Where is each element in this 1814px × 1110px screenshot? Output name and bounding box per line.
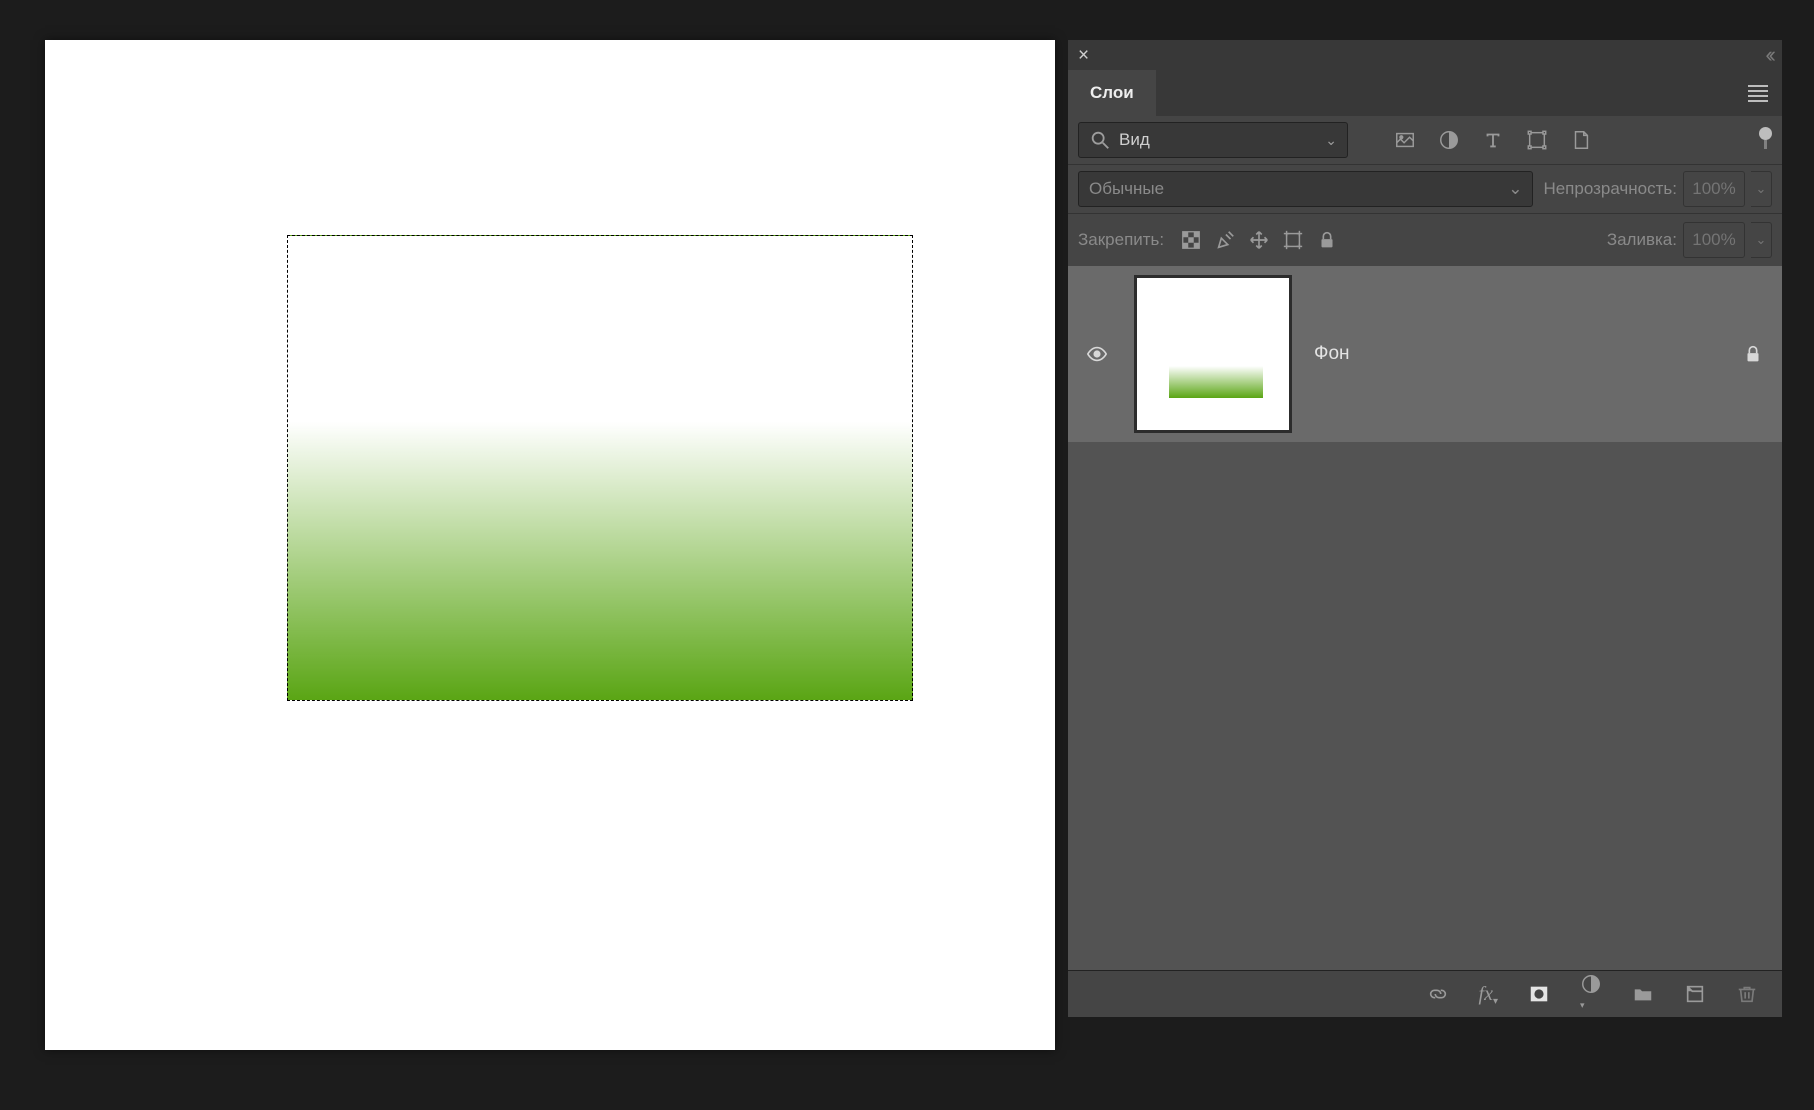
opacity-chevron-icon[interactable]: ⌄ bbox=[1751, 171, 1772, 207]
lock-transparency-icon[interactable] bbox=[1180, 229, 1202, 251]
opacity-label: Непрозрачность: bbox=[1543, 179, 1677, 199]
layer-name[interactable]: Фон bbox=[1314, 343, 1720, 365]
lock-pixels-icon[interactable] bbox=[1214, 229, 1236, 251]
layer-locked-icon[interactable] bbox=[1742, 343, 1764, 365]
panel-titlebar: × ‹‹ bbox=[1068, 40, 1782, 70]
filter-adjustment-icon[interactable] bbox=[1438, 129, 1460, 151]
layer-list: Фон bbox=[1068, 266, 1782, 970]
panel-menu-icon[interactable] bbox=[1748, 85, 1768, 102]
fill-label: Заливка: bbox=[1607, 230, 1677, 250]
layer-filter-row: Вид ⌄ bbox=[1068, 116, 1782, 165]
delete-layer-icon bbox=[1736, 983, 1758, 1005]
canvas-workspace bbox=[0, 0, 1060, 1110]
filter-pixel-icon[interactable] bbox=[1394, 129, 1416, 151]
blend-mode-value: Обычные bbox=[1089, 179, 1164, 199]
layers-panel: × ‹‹ Слои Вид ⌄ bbox=[1068, 40, 1782, 1070]
layer-row[interactable]: Фон bbox=[1068, 266, 1782, 442]
document-canvas[interactable] bbox=[45, 40, 1055, 1050]
filter-shape-icon[interactable] bbox=[1526, 129, 1548, 151]
fill-value[interactable]: 100% bbox=[1683, 222, 1745, 258]
new-group-icon[interactable] bbox=[1632, 983, 1654, 1005]
lock-artboard-icon[interactable] bbox=[1282, 229, 1304, 251]
blend-mode-select[interactable]: Обычные ⌄ bbox=[1078, 171, 1533, 207]
lock-label: Закрепить: bbox=[1078, 230, 1164, 250]
panel-collapse-icon[interactable]: ‹‹ bbox=[1765, 42, 1772, 68]
search-icon bbox=[1089, 129, 1111, 151]
visibility-toggle-icon[interactable] bbox=[1086, 343, 1112, 365]
lock-all-icon[interactable] bbox=[1316, 229, 1338, 251]
lock-position-icon[interactable] bbox=[1248, 229, 1270, 251]
layer-filter-label: Вид bbox=[1119, 130, 1150, 150]
layer-thumbnail[interactable] bbox=[1134, 275, 1292, 433]
filter-smartobject-icon[interactable] bbox=[1570, 129, 1592, 151]
chevron-down-icon: ⌄ bbox=[1325, 132, 1337, 149]
lock-row: Закрепить: bbox=[1068, 214, 1782, 266]
filter-type-icon[interactable] bbox=[1482, 129, 1504, 151]
layers-panel-footer: fx▾ ▾ bbox=[1068, 970, 1782, 1017]
tab-layers[interactable]: Слои bbox=[1068, 70, 1156, 116]
new-layer-icon[interactable] bbox=[1684, 983, 1706, 1005]
filter-toggle-switch[interactable] bbox=[1759, 127, 1772, 140]
new-adjustment-layer-icon[interactable]: ▾ bbox=[1580, 973, 1602, 1015]
blend-opacity-row: Обычные ⌄ Непрозрачность: 100% ⌄ bbox=[1068, 165, 1782, 214]
layer-filter-select[interactable]: Вид ⌄ bbox=[1078, 122, 1348, 158]
close-icon[interactable]: × bbox=[1078, 46, 1089, 65]
marquee-selection[interactable] bbox=[287, 235, 913, 701]
add-mask-icon[interactable] bbox=[1528, 983, 1550, 1005]
panel-tabs: Слои bbox=[1068, 70, 1782, 116]
link-layers-icon[interactable] bbox=[1427, 983, 1449, 1005]
chevron-down-icon: ⌄ bbox=[1508, 179, 1522, 199]
layer-effects-icon[interactable]: fx▾ bbox=[1479, 983, 1498, 1006]
opacity-value[interactable]: 100% bbox=[1683, 171, 1745, 207]
fill-chevron-icon[interactable]: ⌄ bbox=[1751, 222, 1772, 258]
